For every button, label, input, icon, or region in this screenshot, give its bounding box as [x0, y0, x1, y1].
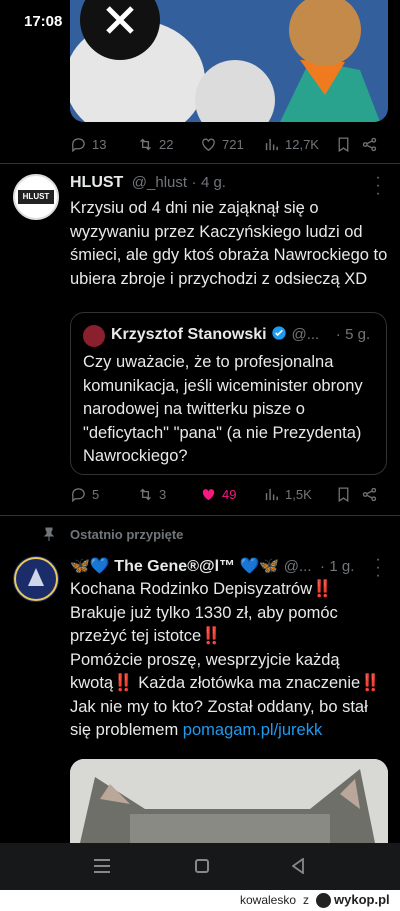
heart-icon — [202, 489, 215, 501]
cat-photo — [70, 759, 388, 843]
retweet-count: 3 — [159, 487, 167, 502]
tweet-time[interactable]: 4 g. — [201, 174, 226, 191]
retweet-icon — [140, 138, 151, 151]
separator: · — [319, 558, 325, 575]
tweet3-header: 🦋💙 The Gene®@l™ 💙🦋 @... · 1 g. — [70, 556, 370, 576]
separator: · — [335, 326, 341, 343]
tweet2-actions: 5 3 49 1,5K — [70, 486, 380, 503]
avatar[interactable]: HLUST — [13, 174, 59, 220]
reply-button[interactable]: 13 — [70, 136, 137, 153]
reply-button[interactable]: 5 — [70, 486, 137, 503]
quote-author-name[interactable]: Krzysztof Stanowski — [111, 326, 267, 343]
tweet-image[interactable] — [70, 759, 388, 843]
recent-apps-button[interactable] — [94, 859, 110, 873]
quote-avatar[interactable] — [83, 325, 105, 347]
like-count: 49 — [222, 487, 237, 502]
retweet-button[interactable]: 3 — [137, 486, 200, 503]
system-nav-bar — [0, 843, 400, 890]
reply-count: 13 — [92, 137, 107, 152]
exclamation-icon: ‼️ — [201, 627, 222, 645]
tweet-time[interactable]: 1 g. — [329, 558, 354, 575]
author-handle[interactable]: @... — [284, 558, 312, 575]
avatar-label: HLUST — [18, 190, 54, 204]
watermark-brand: wykop.pl — [334, 892, 390, 907]
reply-icon — [71, 488, 85, 503]
quote-handle[interactable]: @... — [292, 326, 320, 343]
share-button[interactable] — [361, 486, 378, 503]
quote-header: Krzysztof Stanowski @... · 5 g. — [111, 325, 381, 346]
tweet-text: Krzysiu od 4 dni nie zająknął się o wyzy… — [70, 199, 388, 288]
tweet-line: Jak nie my to kto? Został oddany, bo sta… — [70, 697, 368, 740]
views-count: 1,5K — [285, 487, 312, 502]
bookmark-button[interactable] — [335, 136, 361, 153]
share-icon — [362, 137, 377, 152]
views-count: 12,7K — [285, 137, 319, 152]
tweet-line: Brakuje już tylko 1330 zł, aby pomóc prz… — [70, 603, 338, 646]
tweet-image[interactable] — [70, 0, 388, 122]
watermark-prefix: z — [303, 893, 309, 907]
retweet-button[interactable]: 22 — [137, 136, 200, 153]
exclamation-icon: ‼️ — [312, 580, 333, 598]
cartoon-image — [70, 0, 388, 122]
home-button[interactable] — [195, 859, 209, 873]
reply-count: 5 — [92, 487, 100, 502]
more-options-icon[interactable]: · · · — [372, 552, 384, 584]
divider — [0, 515, 400, 516]
donation-link[interactable]: pomagam.pl/jurekk — [183, 721, 322, 739]
watermark-user: kowalesko — [240, 893, 297, 907]
author-handle[interactable]: @_hlust — [132, 174, 187, 191]
quoted-tweet[interactable]: Krzysztof Stanowski @... · 5 g. Czy uważ… — [70, 312, 387, 475]
tweet2-header: HLUST @_hlust · 4 g. — [70, 174, 370, 192]
pinned-label: Ostatnio przypięte — [70, 527, 184, 542]
quote-time[interactable]: 5 g. — [345, 326, 370, 343]
bookmark-icon — [338, 137, 349, 153]
avatar[interactable] — [13, 556, 59, 602]
exclamation-icon: ‼️ — [360, 674, 381, 692]
quote-text: Czy uważacie, że to profesjonalna komuni… — [83, 353, 363, 465]
more-options-icon[interactable]: · · · — [372, 170, 384, 202]
like-button[interactable]: 721 — [200, 136, 263, 153]
pinned-icon — [43, 527, 55, 546]
verified-icon — [271, 325, 287, 346]
views-button[interactable]: 1,5K — [263, 486, 335, 503]
bookmark-button[interactable] — [335, 486, 361, 503]
retweet-count: 22 — [159, 137, 174, 152]
exclamation-icon: ‼️ — [113, 674, 134, 692]
author-name[interactable]: 🦋💙 The Gene®@l™ 💙🦋 — [70, 558, 279, 575]
views-icon — [265, 488, 278, 501]
tweet-text: Kochana Rodzinko Depisyzatrów‼️ Brakuje … — [70, 578, 388, 743]
share-button[interactable] — [361, 136, 378, 153]
like-button[interactable]: 49 — [200, 486, 263, 503]
divider — [0, 163, 400, 164]
tweet-line: Kochana Rodzinko Depisyzatrów‼️ — [70, 580, 333, 598]
status-time: 17:08 — [24, 13, 63, 30]
tweet1-actions: 13 22 721 12,7K — [70, 136, 380, 153]
retweet-icon — [140, 488, 151, 501]
back-button[interactable] — [291, 857, 304, 879]
reply-icon — [71, 138, 85, 153]
author-name[interactable]: HLUST — [70, 174, 123, 191]
separator: · — [191, 174, 197, 191]
like-count: 721 — [222, 137, 244, 152]
bookmark-icon — [338, 487, 349, 503]
watermark-bar: kowalesko z wykop.pl — [0, 890, 400, 911]
tweet-line: Pomóżcie proszę, wesprzyjcie każdą kwotą… — [70, 650, 381, 693]
views-button[interactable]: 12,7K — [263, 136, 335, 153]
heart-icon — [202, 138, 215, 151]
share-icon — [362, 487, 377, 502]
wykop-logo-icon — [316, 893, 331, 908]
views-icon — [265, 138, 278, 151]
